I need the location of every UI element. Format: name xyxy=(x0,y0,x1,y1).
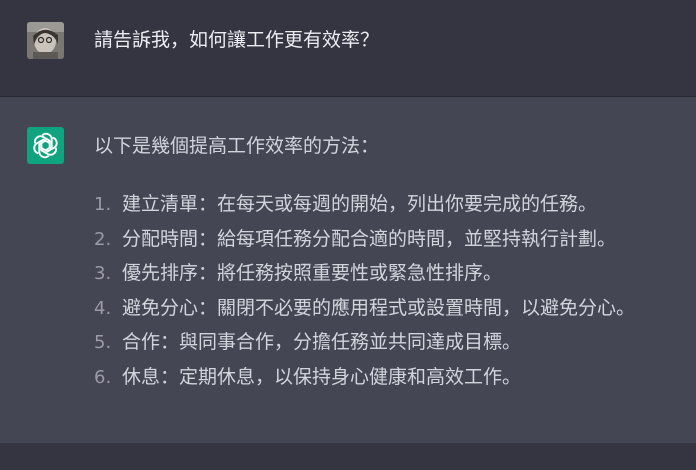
bottom-bar xyxy=(0,443,696,470)
list-item: 4. 避免分心：關閉不必要的應用程式或設置時間，以避免分心。 xyxy=(94,291,635,326)
assistant-intro-text: 以下是幾個提高工作效率的方法： xyxy=(94,135,380,157)
user-message-text: 請告訴我，如何讓工作更有效率？ xyxy=(94,29,380,51)
list-item-number: 6. xyxy=(94,366,112,388)
list-item-number: 3. xyxy=(94,263,112,284)
list-item-number: 4. xyxy=(94,297,112,319)
list-item-number: 2. xyxy=(94,228,112,250)
list-item: 2. 分配時間：給每項任務分配合適的時間，並堅持執行計劃。 xyxy=(94,222,635,257)
user-message-row: 請告訴我，如何讓工作更有效率？ xyxy=(0,0,696,97)
list-item-text: 合作：與同事合作，分擔任務並共同達成目標。 xyxy=(122,331,522,353)
list-item: 3. 優先排序：將任務按照重要性或緊急性排序。 xyxy=(94,256,635,291)
list-item: 1. 建立清單：在每天或每週的開始，列出你要完成的任務。 xyxy=(94,187,635,222)
list-item-number: 1. xyxy=(94,194,112,215)
assistant-message-row: 以下是幾個提高工作效率的方法： 1. 建立清單：在每天或每週的開始，列出你要完成的… xyxy=(0,97,696,443)
list-item-text: 分配時間：給每項任務分配合適的時間，並堅持執行計劃。 xyxy=(122,227,617,250)
list-item-number: 5. xyxy=(94,332,112,353)
openai-logo-icon xyxy=(33,132,58,159)
list-item: 5. 合作：與同事合作，分擔任務並共同達成目標。 xyxy=(94,325,635,360)
list-item-text: 休息：定期休息，以保持身心健康和高效工作。 xyxy=(122,365,522,388)
list-item-text: 建立清單：在每天或每週的開始，列出你要完成的任務。 xyxy=(122,193,598,215)
user-avatar-photo xyxy=(27,22,64,59)
assistant-avatar xyxy=(27,127,64,164)
list-item-text: 避免分心：關閉不必要的應用程式或設置時間，以避免分心。 xyxy=(122,296,636,319)
user-avatar xyxy=(27,22,64,59)
tips-list: 1. 建立清單：在每天或每週的開始，列出你要完成的任務。 2. 分配時間：給每項任務… xyxy=(94,187,635,394)
list-item-text: 優先排序：將任務按照重要性或緊急性排序。 xyxy=(122,262,503,284)
list-item: 6. 休息：定期休息，以保持身心健康和高效工作。 xyxy=(94,360,635,395)
